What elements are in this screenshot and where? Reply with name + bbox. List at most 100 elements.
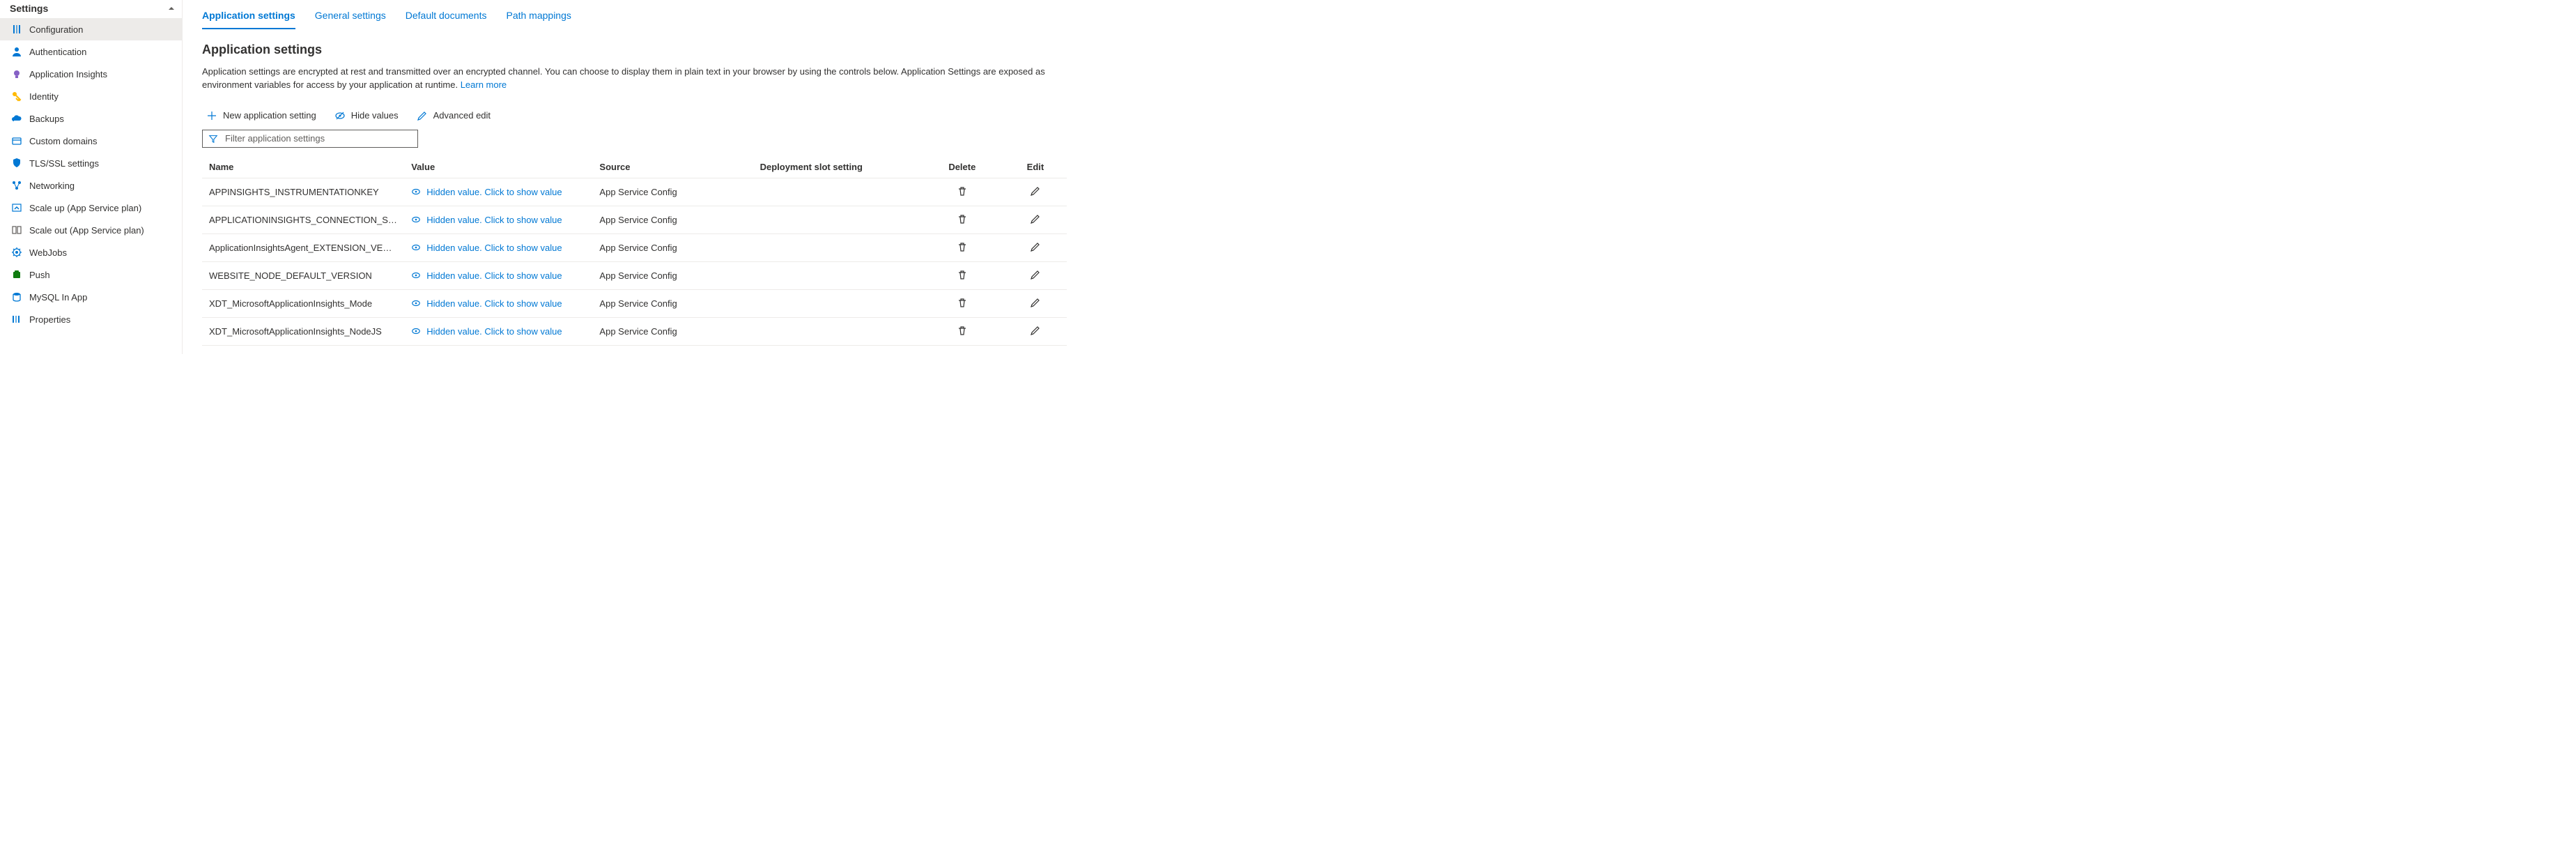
trash-icon bbox=[957, 325, 968, 338]
col-header-slot[interactable]: Deployment slot setting bbox=[753, 156, 920, 178]
sidebar-item-scale-up-app-service-plan-[interactable]: Scale up (App Service plan) bbox=[0, 197, 182, 219]
bulb-icon bbox=[11, 68, 22, 79]
sidebar-item-identity[interactable]: Identity bbox=[0, 85, 182, 107]
pencil-icon bbox=[1030, 185, 1041, 199]
learn-more-link[interactable]: Learn more bbox=[461, 79, 507, 90]
sidebar-item-custom-domains[interactable]: Custom domains bbox=[0, 130, 182, 152]
table-row: APPINSIGHTS_INSTRUMENTATIONKEY Hidden val… bbox=[202, 178, 1067, 206]
tabs: Application settings General settings Defa… bbox=[202, 7, 1067, 30]
shield-icon bbox=[11, 158, 22, 169]
settings-table: Name Value Source Deployment slot settin… bbox=[202, 156, 1067, 346]
show-value-link[interactable]: Hidden value. Click to show value bbox=[411, 186, 585, 197]
col-header-edit: Edit bbox=[1004, 156, 1067, 178]
sidebar-item-configuration[interactable]: Configuration bbox=[0, 18, 182, 40]
setting-slot bbox=[753, 317, 920, 345]
pencil-icon bbox=[1030, 241, 1041, 254]
tab-default-documents[interactable]: Default documents bbox=[406, 7, 487, 29]
setting-name[interactable]: APPLICATIONINSIGHTS_CONNECTION_STRING bbox=[209, 215, 397, 225]
col-header-name[interactable]: Name bbox=[202, 156, 404, 178]
setting-name[interactable]: XDT_MicrosoftApplicationInsights_NodeJS bbox=[209, 326, 397, 337]
tab-general-settings[interactable]: General settings bbox=[315, 7, 386, 29]
hide-values-button[interactable]: Hide values bbox=[333, 107, 400, 124]
sidebar-item-label: Push bbox=[29, 270, 50, 280]
settings-toolbar: New application setting Hide values Adva… bbox=[202, 107, 1067, 124]
eye-icon bbox=[411, 186, 422, 197]
edit-button[interactable] bbox=[1028, 323, 1042, 339]
show-value-link[interactable]: Hidden value. Click to show value bbox=[411, 298, 585, 309]
setting-slot bbox=[753, 261, 920, 289]
setting-source: App Service Config bbox=[592, 289, 753, 317]
edit-button[interactable] bbox=[1028, 240, 1042, 256]
person-icon bbox=[11, 46, 22, 57]
sidebar-item-properties[interactable]: Properties bbox=[0, 308, 182, 330]
delete-button[interactable] bbox=[955, 184, 969, 200]
funnel-icon bbox=[208, 133, 219, 144]
sidebar-item-label: Properties bbox=[29, 314, 70, 325]
edit-button[interactable] bbox=[1028, 184, 1042, 200]
mysql-icon bbox=[11, 291, 22, 303]
show-value-link[interactable]: Hidden value. Click to show value bbox=[411, 270, 585, 281]
delete-button[interactable] bbox=[955, 212, 969, 228]
delete-button[interactable] bbox=[955, 296, 969, 312]
eye-icon bbox=[411, 326, 422, 337]
col-header-source[interactable]: Source bbox=[592, 156, 753, 178]
webjobs-icon bbox=[11, 247, 22, 258]
advanced-edit-button[interactable]: Advanced edit bbox=[415, 107, 492, 124]
sidebar-item-scale-out-app-service-plan-[interactable]: Scale out (App Service plan) bbox=[0, 219, 182, 241]
show-value-link[interactable]: Hidden value. Click to show value bbox=[411, 326, 585, 337]
eye-icon bbox=[411, 298, 422, 309]
sidebar-item-label: Scale up (App Service plan) bbox=[29, 203, 141, 213]
new-application-setting-button[interactable]: New application setting bbox=[205, 107, 318, 124]
eye-icon bbox=[411, 242, 422, 253]
sliders-icon bbox=[11, 24, 22, 35]
col-header-value[interactable]: Value bbox=[404, 156, 592, 178]
sidebar-item-webjobs[interactable]: WebJobs bbox=[0, 241, 182, 263]
sidebar-item-label: Backups bbox=[29, 114, 64, 124]
edit-button[interactable] bbox=[1028, 296, 1042, 312]
filter-box[interactable] bbox=[202, 130, 418, 148]
main-content: Application settings General settings Defa… bbox=[183, 0, 1083, 354]
table-row: WEBSITE_NODE_DEFAULT_VERSION Hidden value… bbox=[202, 261, 1067, 289]
setting-name[interactable]: WEBSITE_NODE_DEFAULT_VERSION bbox=[209, 270, 397, 281]
eye-slash-icon bbox=[334, 110, 346, 121]
show-value-link[interactable]: Hidden value. Click to show value bbox=[411, 214, 585, 225]
setting-name[interactable]: XDT_MicrosoftApplicationInsights_Mode bbox=[209, 298, 397, 309]
sidebar-item-label: Scale out (App Service plan) bbox=[29, 225, 144, 236]
sidebar-item-label: Networking bbox=[29, 181, 75, 191]
sidebar-item-label: Application Insights bbox=[29, 69, 107, 79]
setting-name[interactable]: ApplicationInsightsAgent_EXTENSION_VERSI… bbox=[209, 243, 397, 253]
filter-input[interactable] bbox=[225, 133, 412, 144]
sidebar-item-label: Identity bbox=[29, 91, 59, 102]
col-header-delete: Delete bbox=[920, 156, 1004, 178]
setting-slot bbox=[753, 206, 920, 234]
show-value-link[interactable]: Hidden value. Click to show value bbox=[411, 242, 585, 253]
setting-name[interactable]: APPINSIGHTS_INSTRUMENTATIONKEY bbox=[209, 187, 397, 197]
sidebar-item-mysql-in-app[interactable]: MySQL In App bbox=[0, 286, 182, 308]
sidebar-item-networking[interactable]: Networking bbox=[0, 174, 182, 197]
setting-slot bbox=[753, 289, 920, 317]
setting-slot bbox=[753, 234, 920, 261]
push-icon bbox=[11, 269, 22, 280]
sidebar-header: Settings bbox=[0, 0, 182, 18]
pencil-icon bbox=[417, 110, 428, 121]
collapse-sidebar-icon[interactable] bbox=[167, 3, 176, 13]
setting-source: App Service Config bbox=[592, 178, 753, 206]
sidebar-item-label: Configuration bbox=[29, 24, 83, 35]
tab-path-mappings[interactable]: Path mappings bbox=[506, 7, 571, 29]
section-description: Application settings are encrypted at re… bbox=[202, 66, 1059, 92]
delete-button[interactable] bbox=[955, 268, 969, 284]
section-title: Application settings bbox=[202, 43, 1067, 57]
sidebar-item-push[interactable]: Push bbox=[0, 263, 182, 286]
edit-button[interactable] bbox=[1028, 268, 1042, 284]
delete-button[interactable] bbox=[955, 240, 969, 256]
tab-application-settings[interactable]: Application settings bbox=[202, 7, 295, 29]
sidebar-item-authentication[interactable]: Authentication bbox=[0, 40, 182, 63]
trash-icon bbox=[957, 213, 968, 227]
sidebar-item-backups[interactable]: Backups bbox=[0, 107, 182, 130]
scaleup-icon bbox=[11, 202, 22, 213]
sidebar-item-tls-ssl-settings[interactable]: TLS/SSL settings bbox=[0, 152, 182, 174]
sidebar-item-application-insights[interactable]: Application Insights bbox=[0, 63, 182, 85]
edit-button[interactable] bbox=[1028, 212, 1042, 228]
trash-icon bbox=[957, 297, 968, 310]
delete-button[interactable] bbox=[955, 323, 969, 339]
